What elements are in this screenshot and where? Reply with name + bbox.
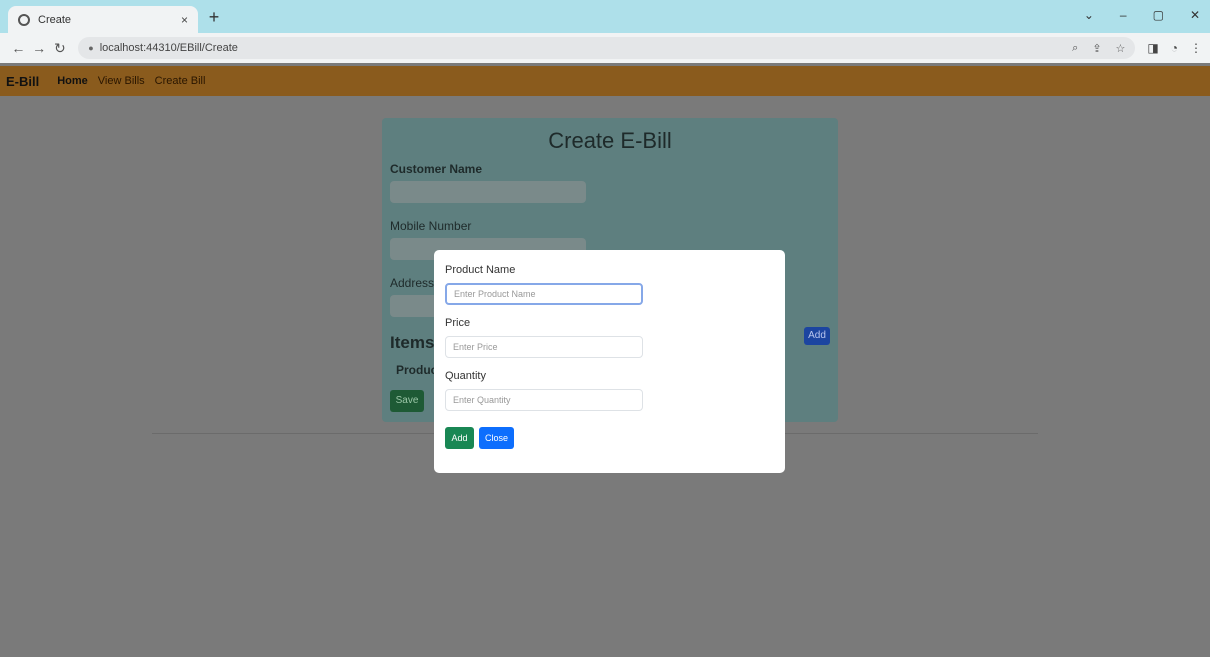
browser-tab-bar: Create × + ⌄ – ▢ ✕ — [0, 0, 1210, 33]
product-name-input[interactable] — [445, 283, 643, 305]
quantity-input[interactable] — [445, 389, 643, 411]
share-icon[interactable]: ⇪ — [1092, 42, 1101, 55]
nav-link-view-bills[interactable]: View Bills — [98, 75, 145, 87]
new-tab-button[interactable]: + — [204, 7, 224, 27]
back-arrow-icon[interactable]: ← — [8, 40, 29, 56]
price-label: Price — [445, 317, 471, 329]
quantity-label: Quantity — [445, 370, 486, 382]
modal-add-button[interactable]: Add — [445, 427, 474, 449]
app-navbar: E-Bill Home View Bills Create Bill — [0, 66, 1210, 96]
save-button[interactable]: Save — [390, 390, 424, 412]
forward-arrow-icon[interactable]: → — [29, 40, 50, 56]
mobile-number-label: Mobile Number — [390, 219, 472, 233]
reload-icon[interactable]: ↻ — [50, 40, 71, 57]
browser-toolbar: ← → ↻ ● localhost:44310/EBill/Create ⌕ ⇪… — [0, 33, 1210, 63]
browser-tab[interactable]: Create × — [8, 6, 198, 33]
page-title: Create E-Bill — [548, 128, 672, 153]
brand-logo[interactable]: E-Bill — [6, 74, 39, 89]
modal-close-button[interactable]: Close — [479, 427, 514, 449]
close-tab-icon[interactable]: × — [181, 13, 188, 27]
menu-kebab-icon[interactable]: ⋮ — [1190, 41, 1202, 55]
tab-title: Create — [38, 13, 72, 26]
maximize-icon[interactable]: ▢ — [1153, 8, 1164, 22]
bookmark-star-icon[interactable]: ☆ — [1116, 42, 1126, 55]
add-product-modal: Product Name Price Quantity Add Close — [434, 250, 785, 473]
tab-search-icon[interactable]: ⌄ — [1084, 8, 1094, 22]
zoom-icon[interactable]: ⌕ — [1072, 42, 1078, 55]
add-item-button[interactable]: Add — [804, 327, 830, 345]
price-input[interactable] — [445, 336, 643, 358]
close-window-icon[interactable]: ✕ — [1190, 8, 1200, 22]
product-name-label: Product Name — [445, 264, 516, 276]
minimize-icon[interactable]: – — [1120, 8, 1127, 22]
globe-icon — [18, 13, 30, 26]
nav-link-create-bill[interactable]: Create Bill — [155, 75, 206, 87]
url-text: localhost:44310/EBill/Create — [99, 42, 238, 54]
window-controls: ⌄ – ▢ ✕ — [1084, 8, 1200, 22]
lock-icon[interactable]: ● — [88, 43, 93, 53]
nav-link-home[interactable]: Home — [57, 75, 88, 87]
customer-name-input[interactable] — [390, 181, 586, 203]
profile-icon[interactable]: ◔ — [1171, 41, 1178, 55]
address-bar[interactable]: ● localhost:44310/EBill/Create ⌕ ⇪ ☆ — [78, 37, 1136, 59]
sidebar-icon[interactable]: ◨ — [1147, 41, 1158, 55]
customer-name-label: Customer Name — [390, 162, 483, 176]
